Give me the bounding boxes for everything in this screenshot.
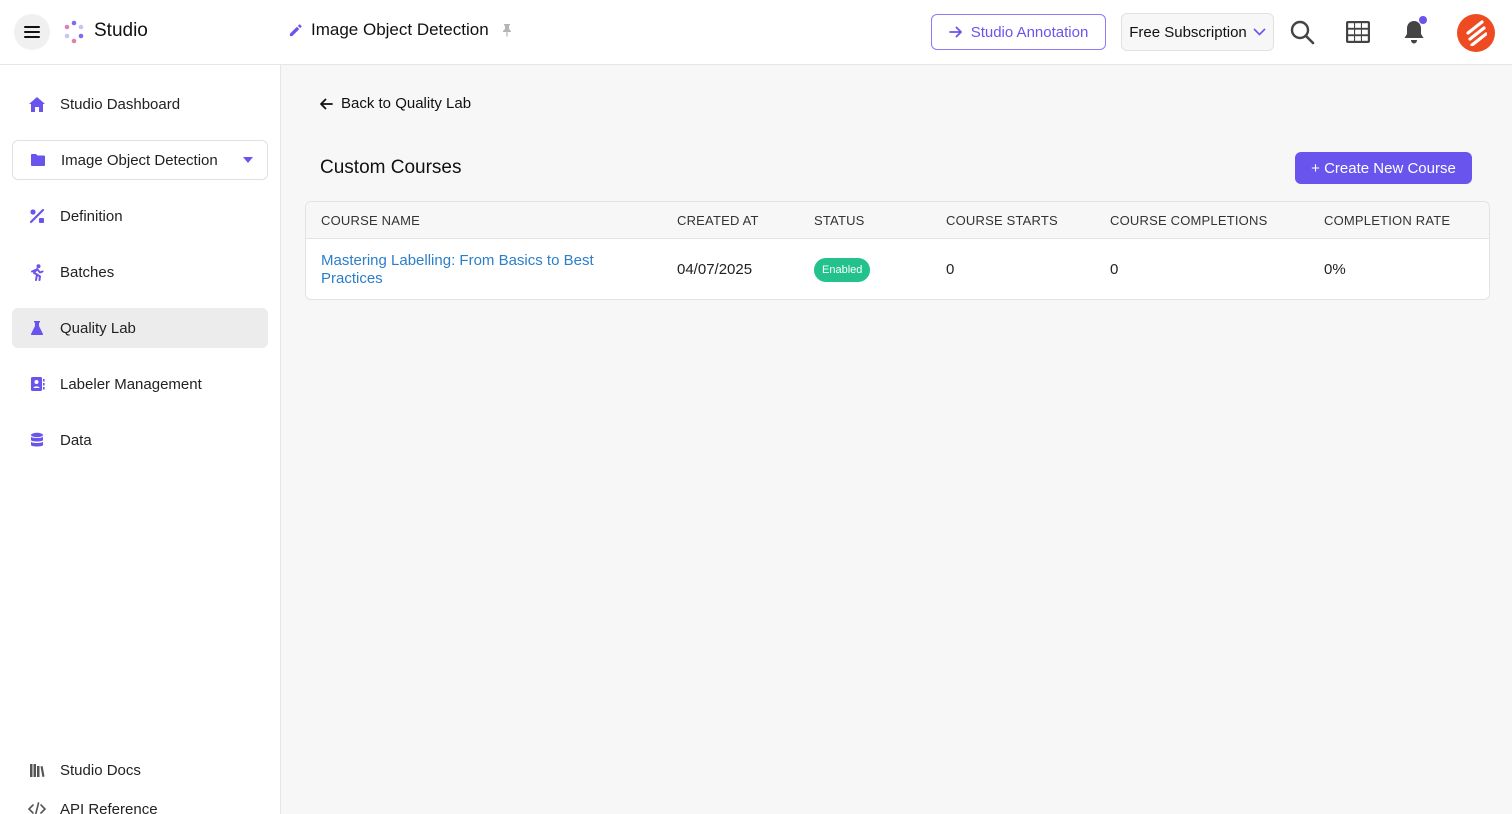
sidebar: Studio Dashboard Image Object Detection … (0, 65, 281, 814)
runner-icon (28, 263, 46, 281)
sidebar-item-label: Image Object Detection (61, 151, 218, 169)
library-icon (28, 761, 46, 779)
sidebar-project-selector[interactable]: Image Object Detection (12, 140, 268, 180)
arrow-right-icon (948, 26, 962, 38)
contact-book-icon (28, 375, 46, 393)
sidebar-item-label: Quality Lab (60, 319, 136, 337)
page-title: Custom Courses (320, 157, 462, 178)
sidebar-item-studio-dashboard[interactable]: Studio Dashboard (12, 84, 268, 124)
column-header-completion-rate[interactable]: COMPLETION RATE (1324, 213, 1450, 228)
sidebar-item-label: Studio Docs (60, 761, 141, 779)
completion-rate-cell: 0% (1324, 261, 1346, 278)
user-avatar[interactable] (1457, 14, 1495, 52)
avatar-logo-icon (1466, 20, 1487, 46)
back-to-quality-lab-link[interactable]: Back to Quality Lab (319, 95, 471, 112)
sidebar-item-label: Labeler Management (60, 375, 202, 393)
hamburger-icon (24, 26, 40, 38)
sidebar-item-studio-docs[interactable]: Studio Docs (12, 750, 268, 790)
column-header-status[interactable]: STATUS (814, 213, 865, 228)
project-title-area: Image Object Detection (288, 20, 513, 40)
folder-icon (29, 151, 47, 169)
caret-down-icon (243, 157, 253, 163)
sidebar-item-quality-lab[interactable]: Quality Lab (12, 308, 268, 348)
sidebar-item-label: Data (60, 431, 92, 449)
studio-logo-icon (64, 20, 84, 44)
courses-table: COURSE NAME CREATED AT STATUS COURSE STA… (305, 201, 1490, 300)
create-new-course-button[interactable]: + Create New Course (1295, 152, 1472, 184)
course-starts-cell: 0 (946, 261, 955, 278)
column-header-course-name[interactable]: COURSE NAME (321, 213, 420, 228)
sidebar-item-label: API Reference (60, 800, 158, 814)
sidebar-item-batches[interactable]: Batches (12, 252, 268, 292)
flask-icon (28, 319, 46, 337)
project-title: Image Object Detection (311, 20, 489, 39)
table-header: COURSE NAME CREATED AT STATUS COURSE STA… (306, 202, 1489, 239)
sidebar-item-label: Definition (60, 207, 123, 225)
course-name-link[interactable]: Mastering Labelling: From Basics to Best… (321, 252, 621, 288)
apps-button[interactable] (1344, 18, 1372, 46)
database-icon (28, 431, 46, 449)
status-badge: Enabled (814, 258, 871, 282)
app-title: Studio (94, 20, 148, 41)
studio-annotation-label: Studio Annotation (970, 23, 1089, 41)
definition-icon (28, 207, 46, 225)
column-header-course-completions[interactable]: COURSE COMPLETIONS (1110, 213, 1267, 228)
chevron-down-icon (1253, 28, 1266, 36)
sidebar-item-api-reference[interactable]: API Reference (12, 789, 268, 814)
sidebar-item-label: Batches (60, 263, 115, 281)
course-completions-cell: 0 (1110, 261, 1119, 278)
pin-icon[interactable] (501, 23, 513, 37)
column-header-course-starts[interactable]: COURSE STARTS (946, 213, 1058, 228)
sidebar-item-data[interactable]: Data (12, 420, 268, 460)
created-at-cell: 04/07/2025 (677, 261, 753, 278)
search-button[interactable] (1288, 18, 1316, 46)
code-icon (28, 800, 46, 814)
home-icon (28, 95, 46, 113)
sidebar-item-label: Studio Dashboard (60, 95, 181, 113)
notifications-button[interactable] (1400, 16, 1428, 46)
arrow-left-icon (320, 98, 333, 109)
hamburger-menu-button[interactable] (14, 14, 50, 50)
search-icon (1290, 20, 1315, 45)
column-header-created-at[interactable]: CREATED AT (677, 213, 759, 228)
notification-dot (1419, 16, 1427, 24)
subscription-label: Free Subscription (1129, 23, 1247, 41)
studio-annotation-button[interactable]: Studio Annotation (931, 14, 1106, 50)
sidebar-item-definition[interactable]: Definition (12, 196, 268, 236)
subscription-dropdown[interactable]: Free Subscription (1121, 13, 1274, 51)
sidebar-item-labeler-management[interactable]: Labeler Management (12, 364, 268, 404)
pencil-icon[interactable] (288, 23, 303, 38)
top-header: Studio Image Object Detection Studio Ann… (0, 0, 1512, 65)
back-link-label: Back to Quality Lab (341, 95, 472, 112)
grid-icon (1346, 21, 1370, 43)
